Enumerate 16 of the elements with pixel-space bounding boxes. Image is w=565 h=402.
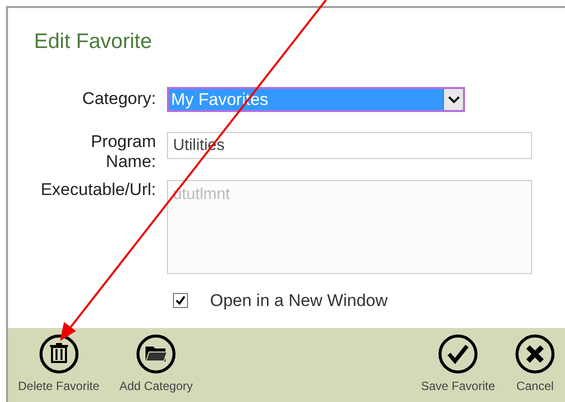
field-label: Program Name:	[90, 132, 156, 172]
toolbar-button[interactable]: Delete Favorite	[8, 334, 110, 393]
trash-icon	[38, 334, 79, 374]
folder-icon	[136, 334, 176, 374]
field-label: Executable/Url:	[40, 180, 156, 200]
field-label: Category:	[81, 89, 156, 109]
executable-url-field[interactable]: ututlmnt	[167, 180, 532, 274]
check-icon	[438, 334, 478, 374]
checkbox-label: Open in a New Window	[210, 290, 388, 312]
close-icon	[515, 334, 555, 374]
toolbar-button[interactable]: Save Favorite	[410, 334, 505, 393]
toolbar-button[interactable]: Cancel	[505, 334, 565, 393]
toolbar-button[interactable]: Add Category	[109, 334, 203, 393]
dialog-title: Edit Favorite	[34, 29, 152, 55]
checkbox[interactable]	[173, 293, 188, 308]
dropdown-caret-icon	[443, 89, 463, 110]
